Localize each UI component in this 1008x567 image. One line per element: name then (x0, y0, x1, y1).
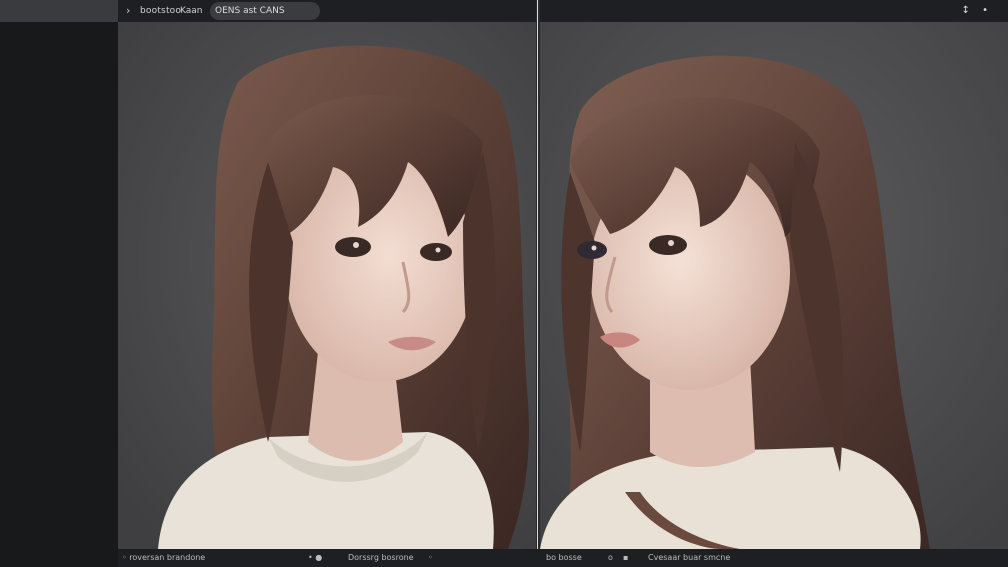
status-right-1: bo bosse (546, 553, 582, 562)
right-image-panel[interactable] (540, 22, 1008, 549)
sidebar-header (0, 0, 118, 22)
toolbar-icons: ↕ • (953, 3, 988, 19)
portrait-left-image (118, 22, 536, 549)
chevron-right-icon[interactable]: › (126, 3, 130, 19)
status-left-1: ◦ roversan brandone (122, 553, 206, 562)
left-image-panel[interactable] (118, 22, 536, 549)
portrait-right-image (540, 22, 1008, 549)
dot-menu-icon[interactable]: • (982, 5, 988, 16)
status-bar: ◦ roversan brandone • ● Dorssrg bosrone … (118, 549, 1008, 567)
status-right-3[interactable]: ▪ (623, 549, 628, 567)
toolbar-subtitle[interactable]: Kaan (180, 3, 202, 19)
status-left-3: Dorssrg bosrone (348, 553, 414, 562)
status-right-4: Cvesaar buar smcne (648, 553, 731, 562)
status-right-2[interactable]: o (608, 549, 613, 567)
status-left-4[interactable]: ◦ (428, 549, 433, 567)
sort-icon[interactable]: ↕ (962, 5, 970, 16)
sidebar (0, 0, 118, 567)
status-left-2[interactable]: • ● (308, 549, 322, 567)
image-compare-app: › bootstoo Kaan OENS ast CANS ↕ • ◦ rove… (0, 0, 1008, 567)
top-toolbar: › bootstoo Kaan OENS ast CANS ↕ • (118, 0, 1008, 22)
toolbar-title[interactable]: bootstoo (140, 3, 181, 19)
search-pill[interactable]: OENS ast CANS (210, 2, 320, 20)
